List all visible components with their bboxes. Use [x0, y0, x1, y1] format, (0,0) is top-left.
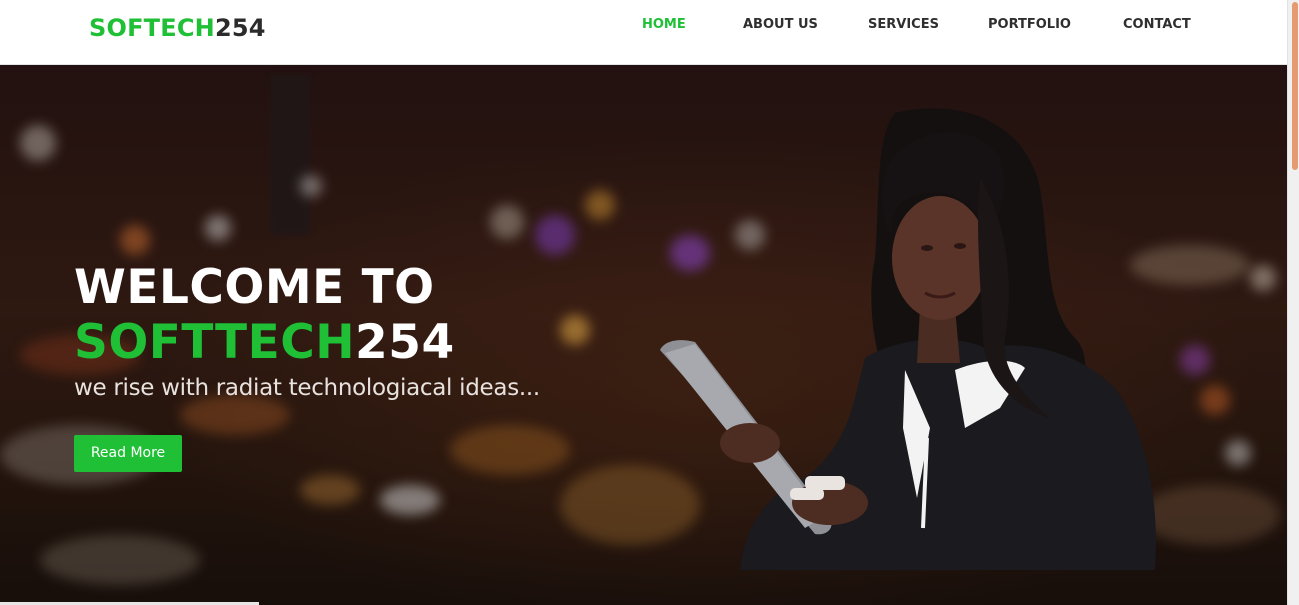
nav-item-home[interactable]: HOME — [642, 16, 686, 34]
site-header: SOFTECH254 HOME ABOUT US SERVICES PORTFO… — [0, 0, 1287, 65]
nav-item-contact[interactable]: CONTACT — [1123, 16, 1191, 34]
hero-banner: WELCOME TO SOFTTECH254 we rise with radi… — [0, 65, 1287, 605]
hero-title-line1: WELCOME TO — [74, 260, 435, 315]
hero-title: WELCOME TO SOFTTECH254 — [74, 260, 455, 370]
hero-title-brand-primary: SOFTTECH — [74, 315, 356, 370]
page-scrollbar[interactable] — [1287, 0, 1299, 605]
nav-item-about-us[interactable]: ABOUT US — [743, 16, 818, 34]
page: SOFTECH254 HOME ABOUT US SERVICES PORTFO… — [0, 0, 1299, 605]
site-logo[interactable]: SOFTECH254 — [89, 14, 266, 42]
hero-subtitle: we rise with radiat technologiacal ideas… — [74, 375, 540, 401]
woman-with-tablet-image — [660, 108, 1156, 570]
scrollbar-thumb[interactable] — [1292, 2, 1298, 170]
logo-secondary-text: 254 — [214, 14, 266, 42]
nav-item-services[interactable]: SERVICES — [868, 16, 939, 34]
read-more-button[interactable]: Read More — [74, 435, 182, 472]
nav-item-portfolio[interactable]: PORTFOLIO — [988, 16, 1071, 34]
logo-primary-text: SOFTECH — [89, 14, 215, 42]
hero-title-brand-secondary: 254 — [355, 315, 455, 370]
